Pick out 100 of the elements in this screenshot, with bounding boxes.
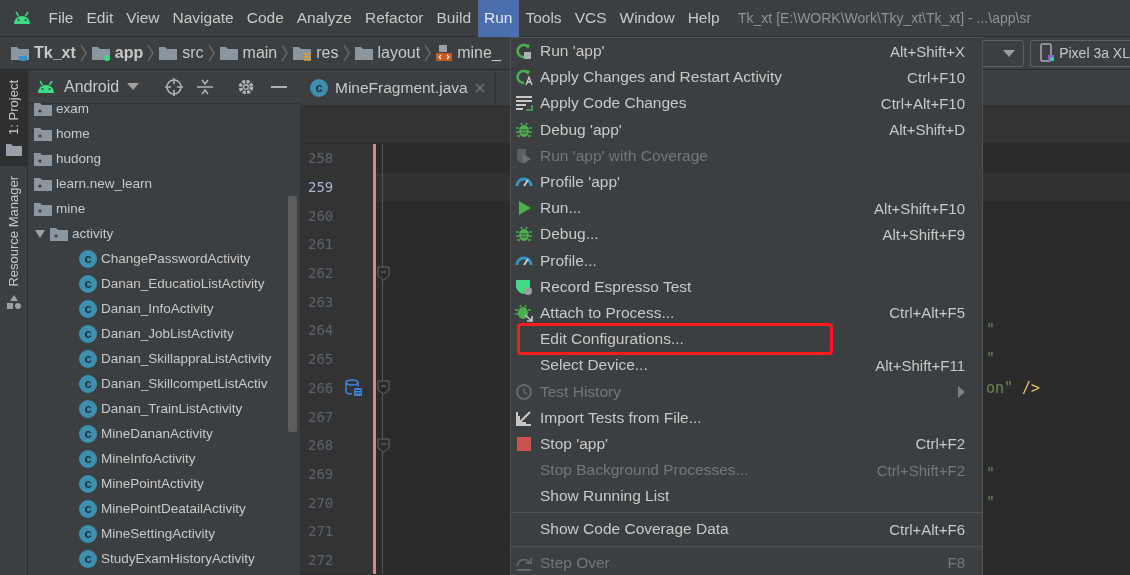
target-icon[interactable]: [165, 77, 184, 96]
tree-item[interactable]: hudong: [56, 151, 102, 166]
menu-item[interactable]: Import Tests from File...: [511, 404, 982, 431]
submenu-arrow-icon: [958, 385, 965, 398]
settings-icon[interactable]: [237, 77, 256, 96]
class-icon: c: [79, 474, 97, 493]
class-icon: c: [79, 549, 97, 568]
database-icon[interactable]: [345, 378, 363, 397]
phone-icon: [1039, 43, 1056, 63]
menu-item[interactable]: Navigate: [166, 0, 241, 37]
device-selector[interactable]: Pixel 3a XL: [1030, 39, 1130, 67]
editor-tab[interactable]: c MineFragment.java: [300, 70, 496, 105]
shield-icon: [515, 277, 533, 296]
tree-item[interactable]: StudyExamHistoryActivity: [101, 551, 255, 566]
menu-item[interactable]: Show Code Coverage Data Ctrl+Alt+F6: [511, 516, 982, 543]
menu-item[interactable]: Apply Changes and Restart Activity Ctrl+F10: [511, 64, 982, 91]
fold-marker-icon[interactable]: [376, 380, 390, 396]
menu-item[interactable]: Stop 'app' Ctrl+F2: [511, 430, 982, 457]
menu-item[interactable]: View: [119, 0, 167, 37]
breadcrumb-item[interactable]: mine_: [457, 44, 501, 62]
expand-arrow-icon[interactable]: [34, 228, 46, 239]
breadcrumb-item[interactable]: layout: [377, 44, 421, 62]
chevron-icon: [207, 44, 215, 62]
lines-icon: [515, 94, 533, 113]
tree-item[interactable]: MinePointActivity: [101, 476, 204, 491]
tree-item[interactable]: Danan_SkillcompetListActiv: [101, 376, 268, 391]
clock-icon: [515, 382, 533, 401]
tree-item[interactable]: MineDananActivity: [101, 426, 213, 441]
folder-icon: [292, 45, 313, 61]
breadcrumb-item[interactable]: app: [114, 44, 144, 62]
class-icon: c: [79, 424, 97, 443]
menu-item[interactable]: Build: [430, 0, 478, 37]
folder-icon: [158, 45, 179, 61]
tree-item[interactable]: Danan_InfoActivity: [101, 301, 214, 316]
tree-item[interactable]: Danan_SkillappraListActivity: [101, 351, 272, 366]
menu-item[interactable]: Tools: [518, 0, 569, 37]
android-icon: [36, 79, 56, 94]
tree-item[interactable]: Danan_TrainListActivity: [101, 401, 243, 416]
tree-item[interactable]: Danan_EducatioListActivity: [101, 276, 265, 291]
menu-item[interactable]: Attach to Process... Ctrl+Alt+F5: [511, 299, 982, 327]
code-text: ": [986, 321, 996, 340]
menu-item[interactable]: Code: [240, 0, 291, 37]
menu-item[interactable]: Analyze: [290, 0, 359, 37]
menu-item[interactable]: Run... Alt+Shift+F10: [511, 195, 982, 222]
tree-item[interactable]: home: [56, 126, 90, 141]
menu-item[interactable]: Refactor: [358, 0, 431, 37]
class-icon: c: [79, 449, 97, 468]
folder-icon: [34, 101, 52, 116]
menu-item[interactable]: Debug... Alt+Shift+F9: [511, 221, 982, 248]
fold-marker-icon[interactable]: [376, 437, 390, 453]
menu-item[interactable]: Help: [681, 0, 727, 37]
bug-icon: [515, 120, 533, 139]
breadcrumb-item[interactable]: res: [316, 44, 339, 62]
side-tab[interactable]: 1: Project: [0, 70, 27, 166]
view-selector[interactable]: Android: [64, 77, 120, 96]
tree-item[interactable]: activity: [72, 226, 114, 241]
breadcrumb-item[interactable]: main: [242, 44, 278, 62]
folder-icon: [5, 142, 22, 156]
folder-icon: [90, 45, 111, 61]
menu-item[interactable]: Run 'app' Alt+Shift+X: [511, 38, 982, 65]
menu-item[interactable]: Profile 'app': [511, 168, 982, 196]
scrollbar[interactable]: [288, 196, 297, 432]
code-text: ": [986, 464, 996, 483]
side-tab[interactable]: Resource Manager: [0, 165, 27, 321]
class-icon: c: [79, 249, 97, 268]
tree-item[interactable]: learn.new_learn: [56, 176, 153, 191]
line-number: 259: [307, 179, 335, 196]
tree-item[interactable]: mine: [56, 201, 86, 216]
menu-item[interactable]: Show Running List: [511, 483, 982, 510]
menu-item[interactable]: Edit: [80, 0, 120, 37]
breadcrumb-item[interactable]: Tk_xt: [34, 44, 76, 62]
folder-icon: [34, 176, 52, 191]
tree-item[interactable]: MinePointDeatailActivity: [101, 501, 246, 516]
layout-file-icon: [435, 44, 454, 62]
fold-marker-icon[interactable]: [376, 265, 390, 281]
rerun-icon: [515, 42, 533, 61]
tree-item[interactable]: MineInfoActivity: [101, 451, 196, 466]
folder-icon: [34, 126, 52, 141]
class-icon: c: [79, 274, 97, 293]
close-icon[interactable]: [474, 82, 485, 93]
menu-item[interactable]: Select Device... Alt+Shift+F11: [511, 352, 982, 379]
folder-icon: [10, 45, 30, 61]
menu-item[interactable]: Edit Configurations...: [511, 326, 982, 353]
class-icon: c: [79, 524, 97, 543]
menu-item[interactable]: Window: [613, 0, 682, 37]
tree-item[interactable]: ChangePasswordActivity: [101, 251, 251, 266]
tree-item[interactable]: MineSettingActivity: [101, 526, 216, 541]
tree-item[interactable]: Danan_JobListActivity: [101, 326, 234, 341]
menu-item[interactable]: File: [42, 0, 80, 37]
caret-icon[interactable]: [127, 83, 140, 90]
menu-item[interactable]: Run: [477, 0, 519, 37]
menu-item[interactable]: Record Espresso Test: [511, 273, 982, 300]
apply-changes-icon: [515, 68, 533, 87]
breadcrumb-item[interactable]: src: [182, 44, 204, 62]
collapse-icon[interactable]: [197, 77, 214, 96]
menu-item[interactable]: Apply Code Changes Ctrl+Alt+F10: [511, 90, 982, 117]
menu-item[interactable]: VCS: [568, 0, 613, 37]
menu-item[interactable]: Profile...: [511, 247, 982, 274]
tree-item[interactable]: exam: [56, 101, 89, 116]
class-icon: c: [310, 78, 328, 97]
